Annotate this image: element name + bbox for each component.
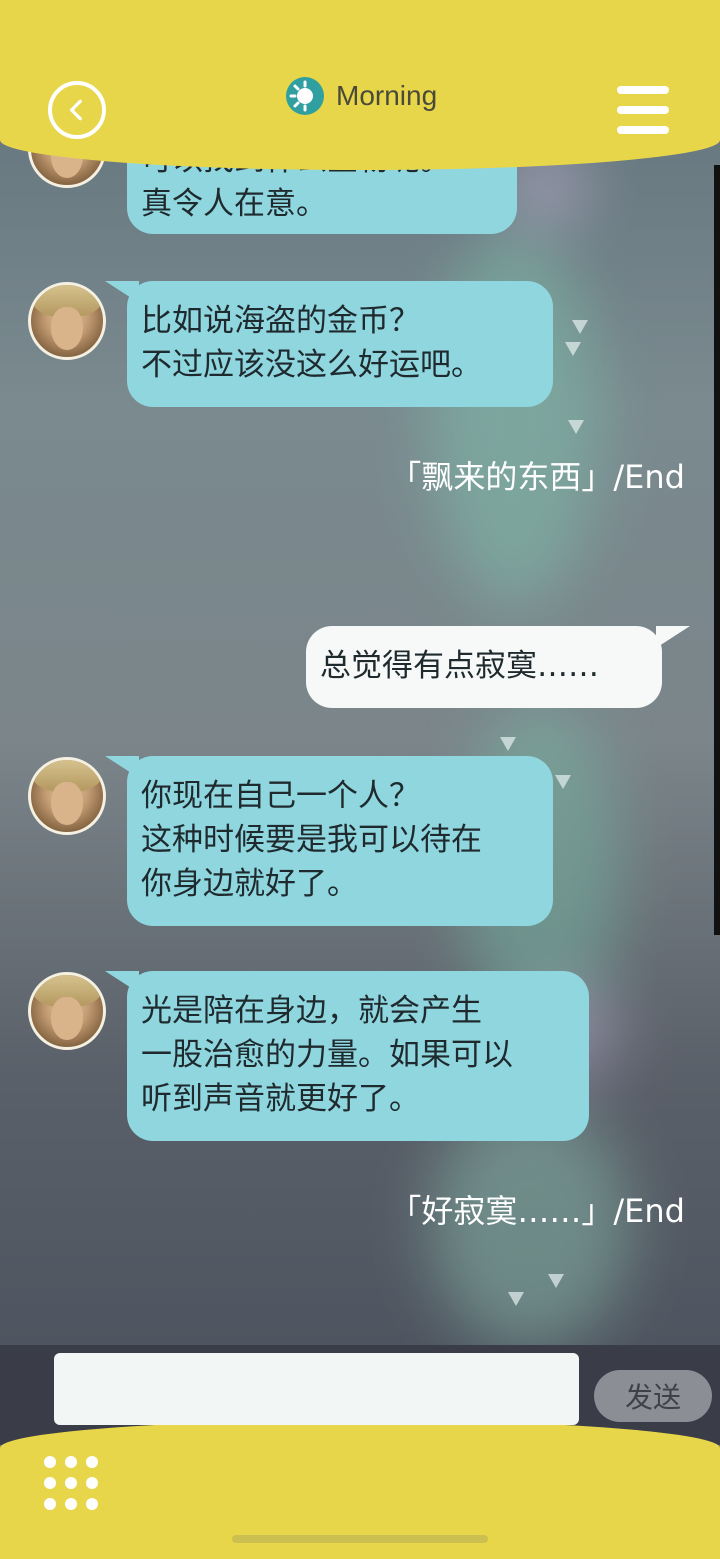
- header-bar: Morning: [0, 0, 720, 170]
- send-button[interactable]: 发送: [594, 1370, 712, 1422]
- conversation-end-label: 「飘来的东西」/End: [389, 458, 685, 496]
- message-bubble: 比如说海盗的金币？ 不过应该没这么好运吧。: [105, 281, 553, 407]
- header-title-group: Morning: [286, 76, 437, 116]
- scrollbar[interactable]: [714, 165, 720, 935]
- avatar[interactable]: [28, 757, 106, 835]
- message-bubble: 你现在自己一个人？ 这种时候要是我可以待在 你身边就好了。: [105, 756, 553, 926]
- menu-button[interactable]: [617, 86, 669, 134]
- user-message-bubble: 总觉得有点寂寞……: [306, 626, 690, 708]
- message-input[interactable]: [54, 1353, 579, 1425]
- grid-icon: [44, 1456, 56, 1468]
- home-indicator[interactable]: [232, 1535, 488, 1543]
- page-title: Morning: [336, 80, 438, 111]
- chevron-left-icon: [69, 99, 82, 121]
- conversation-end-label: 「好寂寞……」/End: [389, 1192, 685, 1230]
- hamburger-icon: [617, 86, 669, 94]
- avatar[interactable]: [28, 282, 106, 360]
- back-button[interactable]: [48, 81, 106, 139]
- avatar[interactable]: [28, 972, 106, 1050]
- message-bubble: 光是陪在身边，就会产生 一股治愈的力量。如果可以 听到声音就更好了。: [105, 971, 589, 1141]
- sun-icon: [286, 77, 324, 115]
- grid-menu-button[interactable]: [44, 1456, 98, 1510]
